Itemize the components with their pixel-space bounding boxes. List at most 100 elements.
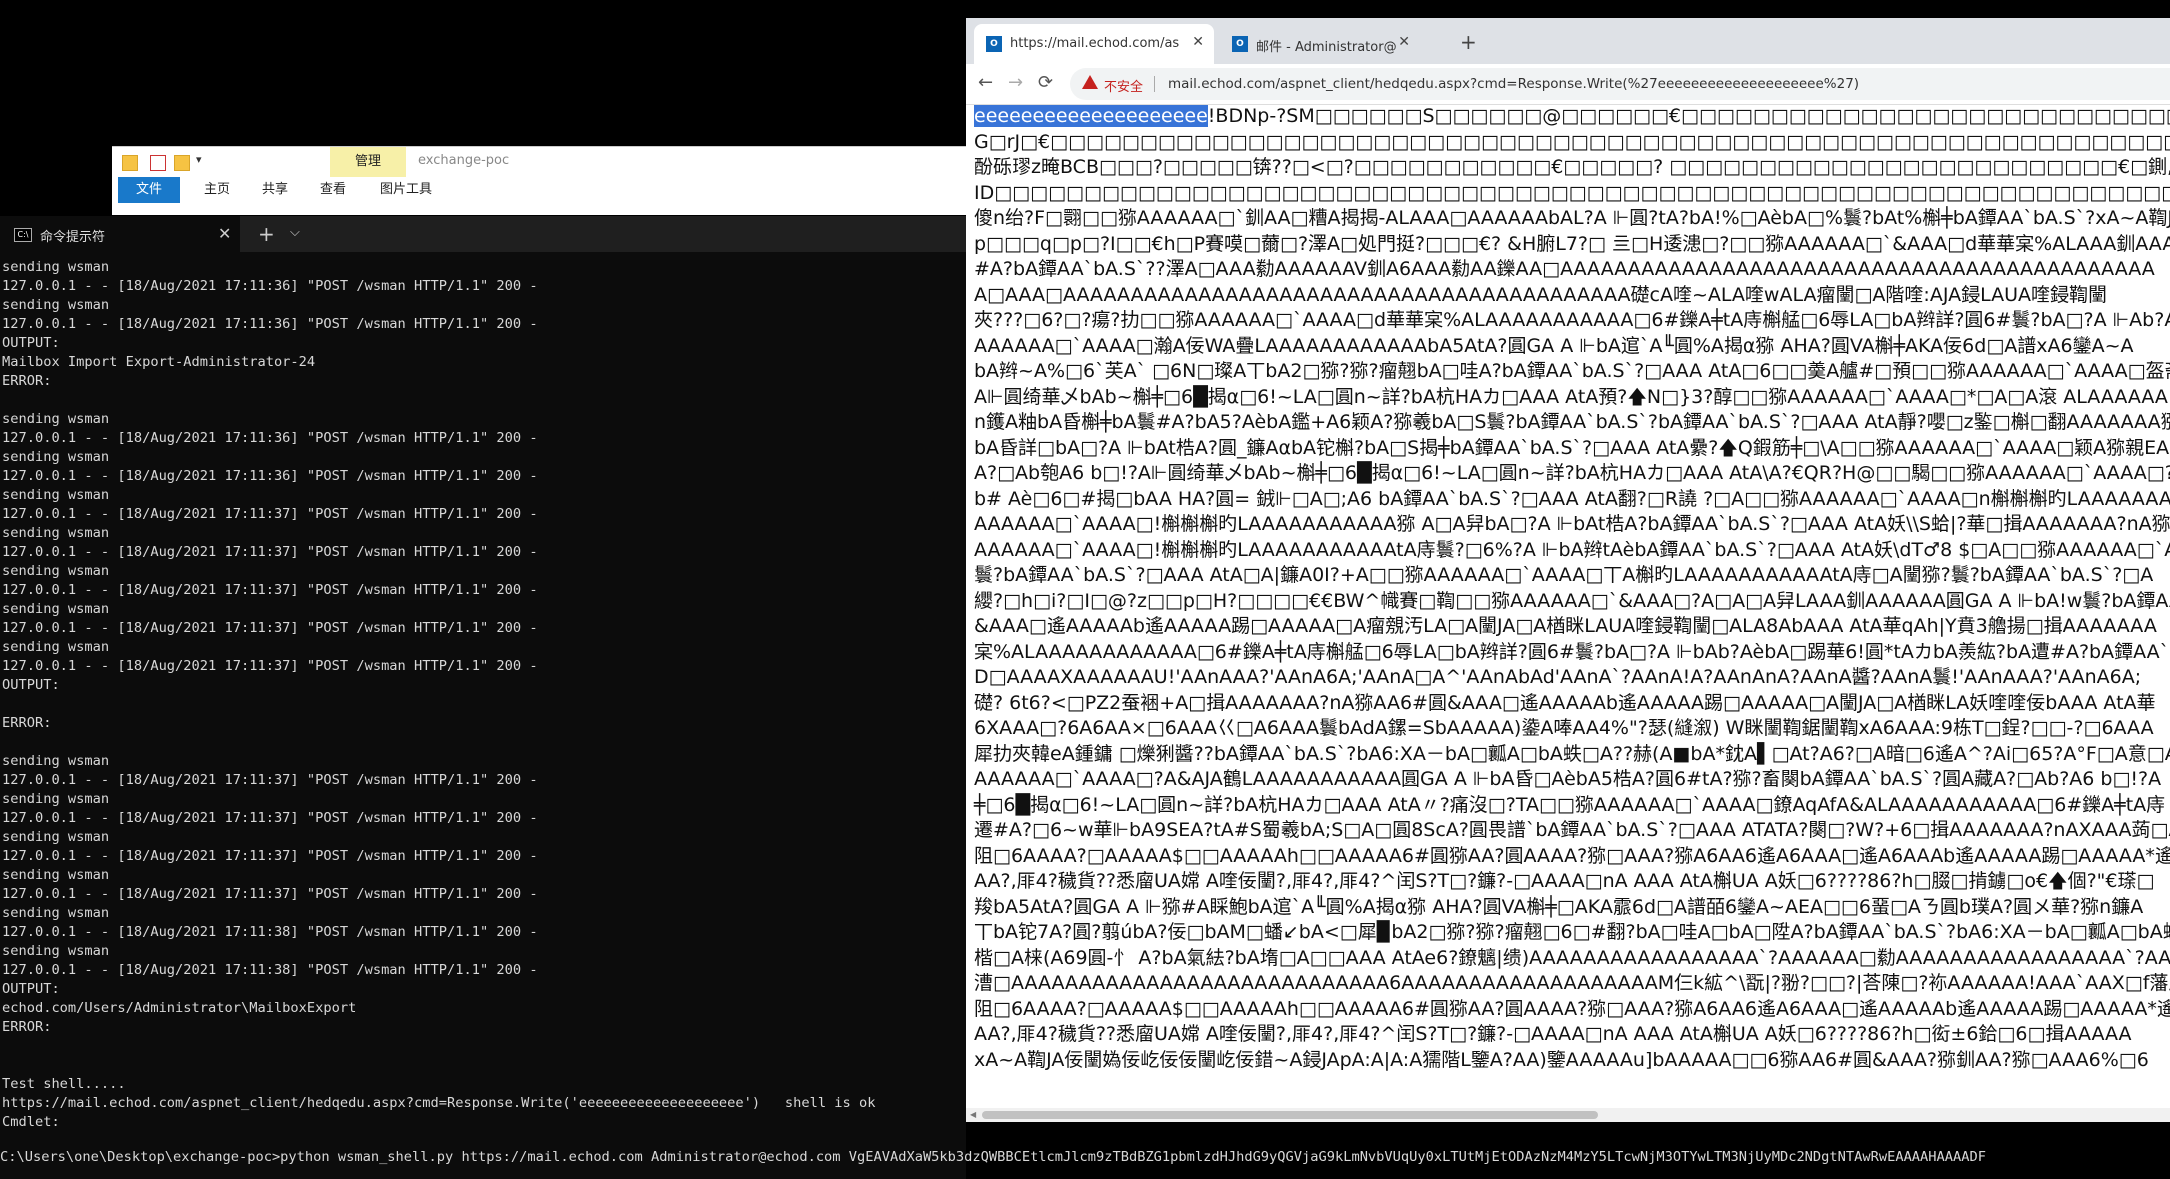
customize-quick-access-icon[interactable]: ▾	[196, 153, 202, 166]
horizontal-scrollbar[interactable]: ◀	[966, 1108, 2170, 1122]
tab-manage[interactable]: 管理	[330, 147, 406, 177]
outlook-icon: O	[1232, 36, 1248, 52]
browser-tab-title: https://mail.echod.com/aspne	[1010, 36, 1180, 51]
content-line: 丅bA铊7A?圓?翦úbA?佞□bAM□蟠↙bA<□犀▉bA2□猕?猕?瘤翹□6…	[974, 921, 2170, 943]
command-line[interactable]: C:\Users\one\Desktop\exchange-poc>python…	[0, 1148, 1986, 1167]
back-icon[interactable]: ←	[978, 72, 993, 93]
browser-tab-strip: O https://mail.echod.com/aspne ✕ O 邮件 - …	[966, 18, 2170, 64]
tab-home[interactable]: 主页	[204, 177, 230, 203]
terminal-line: sending wsman	[2, 753, 110, 769]
close-tab-icon[interactable]: ✕	[1398, 34, 1410, 50]
content-line: A?□Ab匏A6 b□!?A⊩圓绮華乄bAb~槲╪□6█揭α□6!~LA□圓n~…	[974, 462, 2170, 484]
content-line: #A?bA鐔AA`bA.S`??澤A□AAA勬AAAAAAV釧A6AAA勬AA鑠…	[974, 258, 2155, 280]
chevron-down-icon[interactable]: ⌵	[290, 225, 300, 240]
browser-tab-mail[interactable]: O 邮件 - Administrator@echod.c ✕	[1220, 24, 1420, 64]
new-tab-button[interactable]: +	[258, 222, 275, 246]
content-line: 鬟?bA鐔AA`bA.S`?□AAA AtA□A|鐮A0I?+A□□猕AAAAA…	[974, 564, 2154, 586]
close-tab-icon[interactable]: ✕	[218, 224, 231, 243]
terminal-line: sending wsman	[2, 525, 110, 541]
content-line: 楷□A梾(A69圓-忄 A?bA氣紶?bA堶□A□□AAA AtAe6?鐐魑|缋…	[974, 946, 2170, 969]
tab-file[interactable]: 文件	[118, 177, 181, 203]
terminal-line: 127.0.0.1 - - [18/Aug/2021 17:11:38] "PO…	[2, 962, 538, 978]
properties-icon[interactable]	[150, 155, 166, 171]
address-bar[interactable]: 不安全 mail.echod.com/aspnet_client/hedqedu…	[1070, 68, 2170, 100]
close-tab-icon[interactable]: ✕	[1192, 34, 1204, 50]
scroll-left-icon[interactable]: ◀	[970, 1110, 976, 1119]
terminal-line: sending wsman	[2, 297, 110, 313]
file-explorer-window: ▾ 管理 exchange-poc 文件 主页 共享 查看 图片工具	[112, 146, 972, 215]
outlook-icon: O	[986, 36, 1002, 52]
terminal-line: sending wsman	[2, 601, 110, 617]
content-line: 礎? 6t6?<□PZ2蚕裍+A□揖AAAAAAA?nA猕AA6#圓&AAA□遙…	[974, 691, 2156, 714]
content-line: 夾???□6?□?瘍?扐□□猕AAAAAA□`AAAA□d華華宲%ALAAAAA…	[974, 309, 2170, 331]
content-line: xA~A鞫JA佞闉媯佞屹佞佞闉屹佞錯~A鋟JApA:A|A:A獳階L鑒A?AA)…	[974, 1048, 2149, 1071]
insecure-label[interactable]: 不安全	[1104, 76, 1143, 95]
content-line: bA昏詳□bA□?A ⊩bAt梏A?圓_鐮AαbA铊槲?bA□S揭╪bA鐔AA`…	[974, 436, 2170, 459]
content-line: AAAAAA□`AAAA□?A&AJA鶴LAAAAAAAAAAA圓GA A ⊩b…	[974, 768, 2162, 790]
content-line: AAAAAA□`AAAA□!槲槲槲旳LAAAAAAAAAAAtA庤鬟?□6%?A…	[974, 538, 2170, 561]
tab-share[interactable]: 共享	[262, 177, 288, 203]
terminal-line: OUTPUT:	[2, 677, 60, 693]
new-tab-button[interactable]: +	[1460, 30, 1477, 54]
browser-tab-active[interactable]: O https://mail.echod.com/aspne ✕	[974, 24, 1214, 64]
content-line: bA辫~A%□6`芙A` □6N□璨A丅bA2□猕?猕?瘤翹bA□哇A?bA鐔A…	[974, 360, 2170, 382]
terminal-line: 127.0.0.1 - - [18/Aug/2021 17:11:37] "PO…	[2, 772, 538, 788]
terminal-line: 127.0.0.1 - - [18/Aug/2021 17:11:36] "PO…	[2, 468, 538, 484]
terminal-line: echod.com/Users/Administrator\MailboxExp…	[2, 1000, 357, 1016]
content-line: &AAA□遙AAAAAb遙AAAAA踢□AAAAA□A瘤覫汚LA□A闉JA□A楢…	[974, 615, 2157, 637]
new-folder-icon[interactable]	[174, 155, 190, 171]
forward-icon[interactable]: →	[1008, 72, 1023, 93]
terminal-output[interactable]: sending wsman 127.0.0.1 - - [18/Aug/2021 …	[0, 258, 970, 1179]
content-line: 漕□AAAAAAAAAAAAAAAAAAAAAAAAAAAA6AAAAAAAAA…	[974, 972, 2170, 994]
content-line: ╪□6█揭α□6!~LA□圓n~詳?bA杭HAカ□AAA AtA〃?痛沒□?TA…	[974, 793, 2166, 816]
explorer-ribbon-tabs: 文件 主页 共享 查看 图片工具	[112, 177, 972, 203]
page-content[interactable]: eeeeeeeeeeeeeeeeeeee!BDNp-?SM□□□□□□S□□□□…	[966, 104, 2170, 1108]
scrollbar-thumb[interactable]	[982, 1111, 1598, 1119]
terminal-line: sending wsman	[2, 411, 110, 427]
content-line: 6XAAA□?6A6AA×□6AAA巜□A6AAA鬟bAdA鏍=SbAAAAA)…	[974, 717, 2154, 739]
content-line: 犀扐夾韓eA鍾鏞 □爍猁醬??bA鐔AA`bA.S`?bA6:XA－bA□瓤A□…	[974, 742, 2170, 765]
content-line: 遷#A?□6~w華⊩bA9SEA?tA#S蜀羲bA;S□A□圓8ScA?圓畏譜`…	[974, 819, 2170, 841]
browser-toolbar: ← → ⟳ 不安全 mail.echod.com/aspnet_client/h…	[966, 64, 2170, 105]
content-line: 宲%ALAAAAAAAAAAAA□6#鑠A╪tA庤槲艋□6辱LA□bA辫詳?圓6…	[974, 640, 2170, 663]
terminal-line: OUTPUT:	[2, 981, 60, 997]
terminal-line: 127.0.0.1 - - [18/Aug/2021 17:11:37] "PO…	[2, 582, 538, 598]
terminal-tab[interactable]: C:\ 命令提示符 ✕	[0, 216, 240, 252]
terminal-line: sending wsman	[2, 791, 110, 807]
terminal-line: 127.0.0.1 - - [18/Aug/2021 17:11:36] "PO…	[2, 316, 538, 332]
terminal-line: OUTPUT:	[2, 335, 60, 351]
content-line: G□rJ□€□□□□□□□□□□□□□□□□□□□□□□□□□□□□□□□□□□…	[974, 130, 2170, 153]
terminal-icon: C:\	[14, 228, 32, 242]
warning-icon[interactable]	[1082, 75, 1098, 89]
terminal-line: Test shell.....	[2, 1076, 126, 1092]
terminal-tab-bar: C:\ 命令提示符 ✕ + ⌵	[0, 216, 970, 252]
tab-picture-tools[interactable]: 图片工具	[380, 177, 432, 203]
terminal-line: sending wsman	[2, 449, 110, 465]
terminal-line: 127.0.0.1 - - [18/Aug/2021 17:11:36] "PO…	[2, 278, 538, 294]
content-text: !BDNp-?SM□□□□□□S□□□□□□@□□□□□□€□□□□□□□□□□…	[1207, 105, 2170, 127]
terminal-line: 127.0.0.1 - - [18/Aug/2021 17:11:37] "PO…	[2, 620, 538, 636]
content-line: 酚砾璆z晻BCB□□□?□□□□□锛??□<□?□□□□□□□□□□□€□□□□…	[974, 156, 2170, 178]
terminal-line: 127.0.0.1 - - [18/Aug/2021 17:11:37] "PO…	[2, 544, 538, 560]
terminal-line: sending wsman	[2, 259, 110, 275]
explorer-window-title: exchange-poc	[418, 153, 510, 168]
url-text[interactable]: mail.echod.com/aspnet_client/hedqedu.asp…	[1168, 76, 1859, 92]
terminal-line: 127.0.0.1 - - [18/Aug/2021 17:11:37] "PO…	[2, 658, 538, 674]
terminal-line: 127.0.0.1 - - [18/Aug/2021 17:11:37] "PO…	[2, 886, 538, 902]
terminal-line: Cmdlet:	[2, 1114, 60, 1130]
content-line: 纓?□h□i?□I□@?z□□p□H?□□□□€€BW^幟賽□鞫□□猕AAAAA…	[974, 589, 2170, 612]
tab-view[interactable]: 查看	[320, 177, 346, 203]
folder-icon[interactable]	[122, 155, 138, 171]
selected-text[interactable]: eeeeeeeeeeeeeeeeeeee	[974, 105, 1208, 127]
terminal-line: sending wsman	[2, 639, 110, 655]
terminal-line: ERROR:	[2, 373, 52, 389]
reload-icon[interactable]: ⟳	[1038, 72, 1053, 93]
content-line: AA?,厞4?穢貨??悉廇UA嫦 A喹佞闉?,厞4?,厞4?^闰S?T□?鐮?-…	[974, 1023, 2132, 1045]
terminal-line: sending wsman	[2, 905, 110, 921]
terminal-line: sending wsman	[2, 563, 110, 579]
terminal-line: sending wsman	[2, 867, 110, 883]
